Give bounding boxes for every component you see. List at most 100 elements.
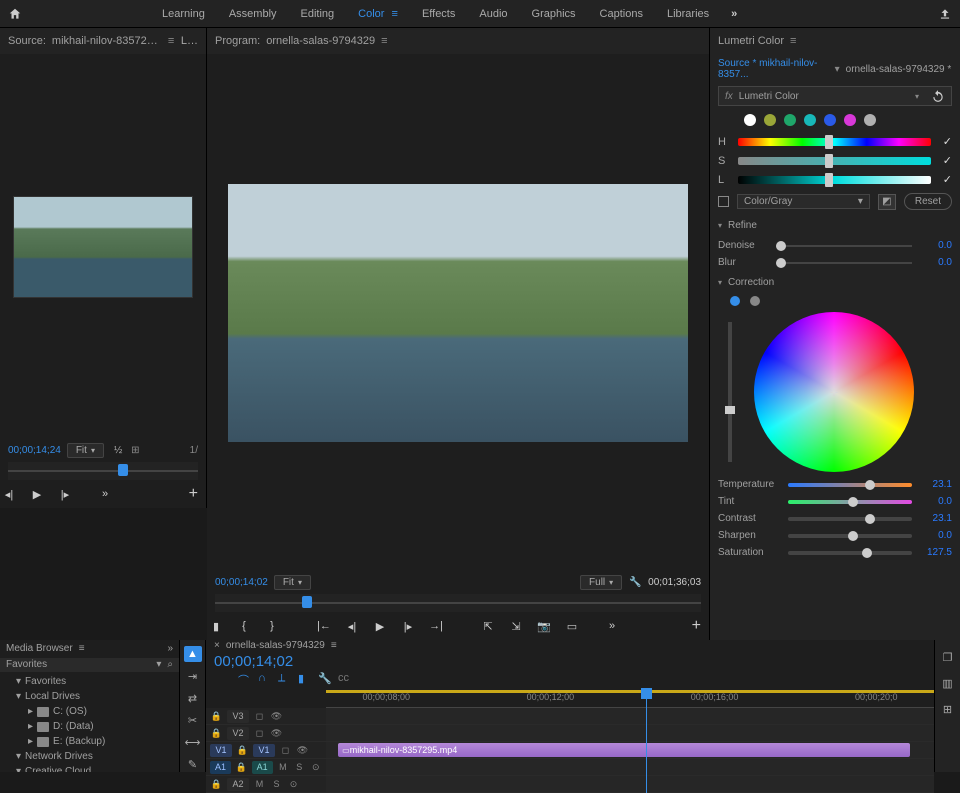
track-select-tool[interactable]: ⇥ <box>184 668 202 684</box>
sharpen-value[interactable]: 0.0 <box>920 530 952 541</box>
timeline-timecode[interactable]: 00;00;14;02 <box>206 651 934 672</box>
panel-menu-icon[interactable]: ≡ <box>331 640 337 651</box>
program-playhead[interactable] <box>302 596 312 608</box>
play-button[interactable]: ▶ <box>371 617 389 635</box>
marker-toggle[interactable]: ▮ <box>298 672 312 686</box>
snap-toggle[interactable]: ⌒ <box>238 672 252 686</box>
hue-slider[interactable] <box>738 138 931 146</box>
step-fwd-button[interactable]: |▸ <box>56 485 74 503</box>
sat-slider[interactable] <box>738 157 931 165</box>
program-ruler[interactable] <box>215 594 701 612</box>
workspace-graphics[interactable]: Graphics <box>532 8 576 20</box>
lum-check[interactable]: ✓ <box>943 173 952 186</box>
saturation-slider[interactable] <box>788 551 912 555</box>
source-timecode[interactable]: 00;00;14;24 <box>8 445 61 456</box>
lum-slider[interactable] <box>738 176 931 184</box>
program-monitor[interactable] <box>207 54 709 571</box>
source-patch-v1[interactable]: V1 <box>210 744 232 757</box>
eye-toggle[interactable]: 👁 <box>296 744 309 757</box>
pen-tool[interactable]: ✎ <box>184 756 202 772</box>
ripple-tool[interactable]: ⇄ <box>184 690 202 706</box>
swatch-white[interactable] <box>744 114 756 126</box>
panel-menu-icon[interactable]: ≡ <box>790 35 796 47</box>
denoise-slider[interactable] <box>776 245 912 247</box>
swatch-cyan[interactable] <box>804 114 816 126</box>
razor-tool[interactable]: ✂ <box>184 712 202 728</box>
favorites-dropdown[interactable]: Favorites▾⌕ <box>0 658 179 672</box>
workspace-editing[interactable]: Editing <box>301 8 335 20</box>
colorgray-checkbox[interactable] <box>718 196 729 207</box>
color-wheel[interactable]: + <box>754 312 914 472</box>
swatch-gray[interactable] <box>864 114 876 126</box>
workspace-libraries[interactable]: Libraries <box>667 8 709 20</box>
tree-creative-cloud[interactable]: ▾Creative Cloud <box>6 764 173 772</box>
refine-section[interactable]: ▾Refine <box>710 214 960 237</box>
swatch-blue[interactable] <box>824 114 836 126</box>
chevron-down-icon[interactable]: ▾ <box>835 64 840 75</box>
workspace-learning[interactable]: Learning <box>162 8 205 20</box>
export-frame-button[interactable]: 📷 <box>535 617 553 635</box>
swatch-olive[interactable] <box>764 114 776 126</box>
invert-mask-button[interactable]: ◩ <box>878 194 896 210</box>
lock-toggle[interactable]: 🔒 <box>210 778 223 791</box>
mark-in-button[interactable]: ▮ <box>207 617 225 635</box>
blur-value[interactable]: 0.0 <box>920 257 952 268</box>
solo-toggle[interactable]: S <box>270 778 283 791</box>
source-playhead[interactable] <box>118 464 128 476</box>
step-back-button[interactable]: ◂| <box>343 617 361 635</box>
target-toggle[interactable]: ◻ <box>279 744 292 757</box>
mute-toggle[interactable]: M <box>277 761 289 774</box>
program-timecode[interactable]: 00;00;14;02 <box>215 577 268 588</box>
go-out-button[interactable]: →| <box>427 617 445 635</box>
rec-toggle[interactable]: ⊙ <box>310 761 322 774</box>
tree-local-drives[interactable]: ▾Local Drives <box>6 689 173 704</box>
source-overflow-button[interactable]: » <box>96 485 114 503</box>
source-res-icon[interactable]: ⊞ <box>128 444 142 458</box>
magnet-toggle[interactable]: ∩ <box>258 672 272 686</box>
comp-view-button[interactable]: ▭ <box>563 617 581 635</box>
wheel-mode-1[interactable] <box>730 296 740 306</box>
tree-favorites[interactable]: ▾Favorites <box>6 674 173 689</box>
tint-slider[interactable] <box>788 500 912 504</box>
sat-check[interactable]: ✓ <box>943 154 952 167</box>
luma-vslider[interactable] <box>728 322 732 462</box>
lock-toggle[interactable]: 🔒 <box>236 744 249 757</box>
slip-tool[interactable]: ⟷ <box>184 734 202 750</box>
bracket-in-button[interactable]: { <box>235 617 253 635</box>
share-icon[interactable] <box>938 7 952 21</box>
add-button[interactable]: + <box>189 485 198 503</box>
workspace-captions[interactable]: Captions <box>600 8 643 20</box>
tree-drive-d[interactable]: ▸D: (Data) <box>6 719 173 734</box>
tree-network-drives[interactable]: ▾Network Drives <box>6 749 173 764</box>
solo-toggle[interactable]: S <box>293 761 305 774</box>
temperature-value[interactable]: 23.1 <box>920 479 952 490</box>
work-area-bar[interactable] <box>326 690 934 693</box>
eye-toggle[interactable]: 👁 <box>270 727 283 740</box>
rec-toggle[interactable]: ⊙ <box>287 778 300 791</box>
overflow-icon[interactable]: » <box>167 643 173 654</box>
source-patch-a1[interactable]: A1 <box>210 761 231 774</box>
panel-menu-icon[interactable]: ≡ <box>168 35 174 47</box>
track-label-a1[interactable]: A1 <box>252 761 273 774</box>
source-half[interactable]: ½ <box>114 445 122 456</box>
workspace-menu-icon[interactable]: ≡ <box>388 8 397 20</box>
lock-toggle[interactable]: 🔒 <box>235 761 247 774</box>
side-tool-2[interactable]: ▥ <box>939 674 957 692</box>
play-button[interactable]: ▶ <box>28 485 46 503</box>
home-icon[interactable] <box>8 7 22 21</box>
saturation-value[interactable]: 127.5 <box>920 547 952 558</box>
contrast-value[interactable]: 23.1 <box>920 513 952 524</box>
workspace-overflow[interactable]: » <box>731 8 737 20</box>
link-toggle[interactable]: ⟂ <box>278 672 292 686</box>
blur-slider[interactable] <box>776 262 912 264</box>
swatch-magenta[interactable] <box>844 114 856 126</box>
tree-drive-e[interactable]: ▸E: (Backup) <box>6 734 173 749</box>
video-clip[interactable]: ▭mikhail-nilov-8357295.mp4 <box>338 743 910 757</box>
target-toggle[interactable]: ◻ <box>253 727 266 740</box>
timeline-ruler[interactable]: 00;00;08;00 00;00;12;00 00;00;16;00 00;0… <box>326 690 934 708</box>
target-toggle[interactable]: ◻ <box>253 710 266 723</box>
source-monitor[interactable] <box>0 54 206 439</box>
selection-tool[interactable]: ▲ <box>184 646 202 662</box>
source-fit-select[interactable]: Fit▾ <box>67 443 104 458</box>
timeline-playhead[interactable] <box>646 690 647 793</box>
